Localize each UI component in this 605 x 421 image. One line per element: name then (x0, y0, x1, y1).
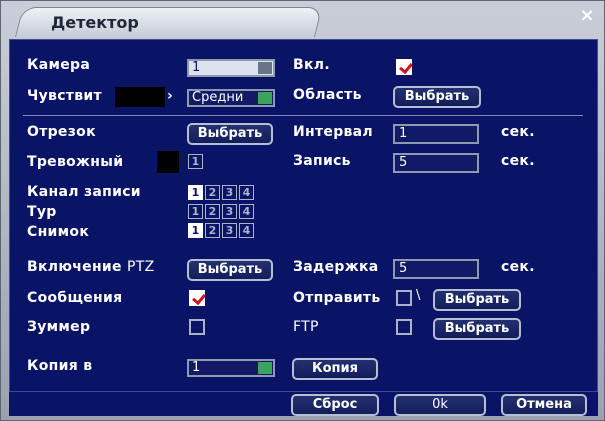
ftp-select-button[interactable]: Выбрать (433, 318, 521, 340)
interval-label: Интервал (293, 124, 373, 140)
area-select-button[interactable]: Выбрать (393, 86, 481, 108)
send-select-button[interactable]: Выбрать (433, 289, 521, 311)
record-channel-3[interactable]: 3 (222, 185, 237, 200)
snapshot-channel-3[interactable]: 3 (222, 223, 237, 238)
record-channel-group: 1 2 3 4 (188, 185, 254, 200)
ftp-label: FTP (293, 319, 319, 335)
record-channel-label: Канал записи (27, 184, 141, 200)
tour-channel-4[interactable]: 4 (239, 204, 254, 219)
alarm-out-label: Тревожный (27, 154, 124, 170)
ptz-select-button[interactable]: Выбрать (187, 259, 273, 281)
snapshot-channel-1[interactable]: 1 (188, 223, 203, 238)
chevron-down-icon (258, 62, 272, 74)
camera-select-value: 1 (192, 60, 201, 75)
ok-button[interactable]: 0k (394, 394, 486, 416)
tour-channel-2[interactable]: 2 (205, 204, 220, 219)
messages-checkbox[interactable] (189, 290, 205, 306)
snapshot-channel-group: 1 2 3 4 (188, 223, 254, 238)
tour-label: Тур (27, 204, 57, 220)
redaction-block (157, 151, 179, 173)
record-channel-1[interactable]: 1 (188, 185, 203, 200)
ptz-label-main: Включение (27, 259, 122, 275)
record-label: Запись (293, 153, 351, 169)
send-glyph: \ (416, 288, 421, 303)
alarm-out-channel[interactable]: 1 (188, 154, 203, 169)
period-select-button[interactable]: Выбрать (187, 123, 273, 145)
sensitivity-arrow-icon: › (167, 88, 174, 104)
enable-label: Вкл. (293, 57, 330, 73)
snapshot-channel-2[interactable]: 2 (205, 223, 220, 238)
send-checkbox[interactable] (396, 290, 412, 306)
record-channel-4[interactable]: 4 (239, 185, 254, 200)
sensitivity-select-value: Средни (192, 90, 244, 105)
tour-channel-3[interactable]: 3 (222, 204, 237, 219)
tour-channel-group: 1 2 3 4 (188, 204, 254, 219)
enable-checkbox[interactable] (396, 59, 412, 75)
dialog-title: Детектор (51, 13, 139, 32)
copy-label: Копия в (27, 358, 93, 374)
snapshot-channel-4[interactable]: 4 (239, 223, 254, 238)
send-label: Отправить (293, 290, 381, 306)
cancel-button[interactable]: Отмена (501, 394, 587, 416)
chevron-down-icon (258, 92, 272, 104)
tour-channel-1[interactable]: 1 (188, 204, 203, 219)
camera-select[interactable]: 1 (187, 59, 275, 77)
copy-select-value: 1 (192, 360, 201, 375)
ftp-checkbox[interactable] (396, 319, 412, 335)
interval-input[interactable]: 1 (393, 124, 479, 144)
area-label: Область (293, 87, 362, 103)
copy-button[interactable]: Копия (292, 358, 378, 380)
ptz-label-ptz: PTZ (127, 259, 155, 275)
chevron-down-icon (258, 362, 272, 374)
record-unit: сек. (501, 153, 535, 169)
sensitivity-label: Чувствит (27, 88, 102, 104)
ptz-label: Включение PTZ (27, 259, 155, 275)
buzzer-checkbox[interactable] (189, 319, 205, 335)
record-input[interactable]: 5 (393, 153, 479, 173)
copy-select[interactable]: 1 (187, 359, 275, 377)
redaction-block (115, 87, 165, 107)
messages-label: Сообщения (27, 290, 123, 306)
delay-unit: сек. (501, 259, 535, 275)
record-channel-2[interactable]: 2 (205, 185, 220, 200)
sensitivity-select[interactable]: Средни (187, 89, 275, 107)
period-label: Отрезок (27, 124, 96, 140)
delay-input[interactable]: 5 (393, 259, 479, 279)
close-icon[interactable]: × (576, 5, 598, 27)
delay-label: Задержка (293, 259, 379, 275)
alarm-out-channels: 1 (188, 154, 203, 169)
camera-label: Камера (27, 57, 91, 73)
detector-dialog: Детектор × Камера 1 Вкл. Чувствит › Сред… (0, 0, 605, 421)
reset-button[interactable]: Сброс (291, 394, 379, 416)
interval-unit: сек. (501, 124, 535, 140)
divider (23, 115, 583, 116)
buzzer-label: Зуммер (27, 319, 91, 335)
snapshot-label: Снимок (27, 224, 90, 240)
